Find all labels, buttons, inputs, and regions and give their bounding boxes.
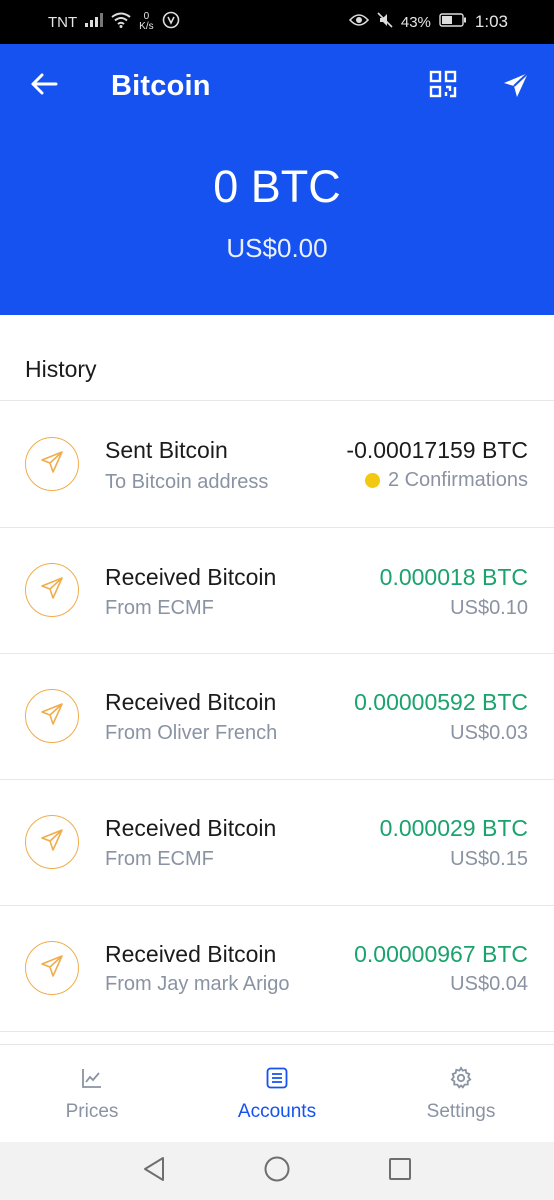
- arrow-left-icon: [30, 72, 58, 101]
- send-icon: [39, 575, 65, 606]
- status-right: 43% 1:03: [348, 12, 508, 32]
- transaction-amount: -0.00017159 BTC: [346, 437, 528, 463]
- nav-item-prices[interactable]: Prices: [0, 1045, 184, 1143]
- qr-code-icon: [429, 70, 457, 103]
- system-recents-button[interactable]: [385, 1156, 415, 1186]
- circle-home-icon: [263, 1155, 291, 1188]
- pending-dot-icon: [364, 473, 380, 488]
- transaction-title: Received Bitcoin: [105, 564, 277, 590]
- send-icon: [39, 701, 65, 732]
- signal-icon: [85, 13, 104, 31]
- transaction-subtitle: From ECMF: [105, 597, 214, 619]
- account-header: Bitcoin 0 BTC US$0.00: [0, 44, 554, 315]
- network-speed: 0 K/s: [139, 12, 153, 32]
- send-icon: [39, 449, 65, 480]
- transaction-title: Received Bitcoin: [105, 815, 277, 841]
- status-bar: TNT 0 K/s 43% 1:03: [0, 0, 554, 44]
- transaction-amount: 0.000018 BTC: [379, 564, 528, 590]
- clock: 1:03: [474, 12, 508, 31]
- back-button[interactable]: [26, 68, 62, 104]
- transaction-title: Received Bitcoin: [105, 689, 277, 715]
- page-title: Bitcoin: [111, 70, 211, 102]
- system-back-button[interactable]: [139, 1156, 169, 1186]
- transaction-row[interactable]: Received Bitcoin From Jay mark Arigo 0.0…: [0, 905, 554, 1031]
- send-button[interactable]: [497, 68, 535, 106]
- transaction-row[interactable]: Received Bitcoin From Oliver French 0.00…: [0, 653, 554, 779]
- transaction-subtitle: From Oliver French: [105, 722, 278, 744]
- transaction-fiat: US$0.04: [450, 973, 528, 995]
- transaction-amount: 0.00000967 BTC: [354, 941, 528, 967]
- bottom-navigation: Prices Accounts Settings: [0, 1044, 554, 1142]
- divider: [0, 1031, 554, 1032]
- mute-icon: [377, 12, 393, 32]
- triangle-back-icon: [142, 1156, 166, 1187]
- transaction-icon-wrap: [25, 941, 79, 995]
- transaction-icon-wrap: [25, 563, 79, 617]
- transaction-subtitle: From Jay mark Arigo: [105, 973, 290, 995]
- transaction-row[interactable]: Received Bitcoin From ECMF 0.000029 BTC …: [0, 779, 554, 905]
- transaction-fiat: US$0.10: [450, 597, 528, 619]
- send-icon: [502, 71, 530, 104]
- transaction-subtitle: From ECMF: [105, 848, 214, 870]
- gear-icon: [449, 1065, 473, 1095]
- eye-icon: [348, 13, 369, 31]
- transaction-amount: 0.00000592 BTC: [354, 689, 528, 715]
- transaction-row[interactable]: Received Bitcoin From ECMF 0.000018 BTC …: [0, 527, 554, 653]
- confirmations-label: 2 Confirmations: [387, 469, 528, 491]
- qr-code-button[interactable]: [426, 69, 460, 103]
- transaction-amount: 0.000029 BTC: [379, 815, 528, 841]
- carrier-label: TNT: [48, 13, 78, 31]
- battery-icon: [439, 13, 467, 31]
- history-heading: History: [25, 356, 97, 382]
- status-left: TNT 0 K/s: [48, 11, 180, 33]
- transaction-fiat: US$0.15: [450, 848, 528, 870]
- fiat-balance: US$0.00: [226, 233, 328, 263]
- chart-icon: [80, 1066, 104, 1095]
- transaction-icon-wrap: [25, 437, 79, 491]
- battery-percent: 43%: [400, 13, 431, 31]
- transaction-subtitle: To Bitcoin address: [105, 471, 269, 493]
- nav-item-settings[interactable]: Settings: [369, 1045, 553, 1143]
- transaction-status: 2 Confirmations: [364, 469, 528, 492]
- nav-label-settings: Settings: [426, 1100, 496, 1122]
- nav-label-accounts: Accounts: [237, 1100, 317, 1122]
- speed-unit: K/s: [139, 21, 154, 32]
- transaction-row[interactable]: Sent Bitcoin To Bitcoin address -0.00017…: [0, 401, 554, 527]
- transaction-title: Received Bitcoin: [105, 941, 277, 967]
- transaction-icon-wrap: [25, 815, 79, 869]
- square-recents-icon: [387, 1156, 413, 1187]
- data-saver-icon: [162, 11, 180, 33]
- transaction-fiat: US$0.03: [450, 722, 528, 744]
- system-navigation-bar: [0, 1142, 554, 1200]
- system-home-button[interactable]: [262, 1156, 292, 1186]
- list-icon: [265, 1066, 289, 1095]
- transaction-title: Sent Bitcoin: [105, 437, 228, 463]
- crypto-balance: 0 BTC: [213, 161, 341, 212]
- transaction-icon-wrap: [25, 689, 79, 743]
- nav-label-prices: Prices: [65, 1100, 119, 1122]
- send-icon: [39, 827, 65, 858]
- send-icon: [39, 953, 65, 984]
- nav-item-accounts[interactable]: Accounts: [185, 1045, 369, 1143]
- wifi-icon: [111, 12, 131, 32]
